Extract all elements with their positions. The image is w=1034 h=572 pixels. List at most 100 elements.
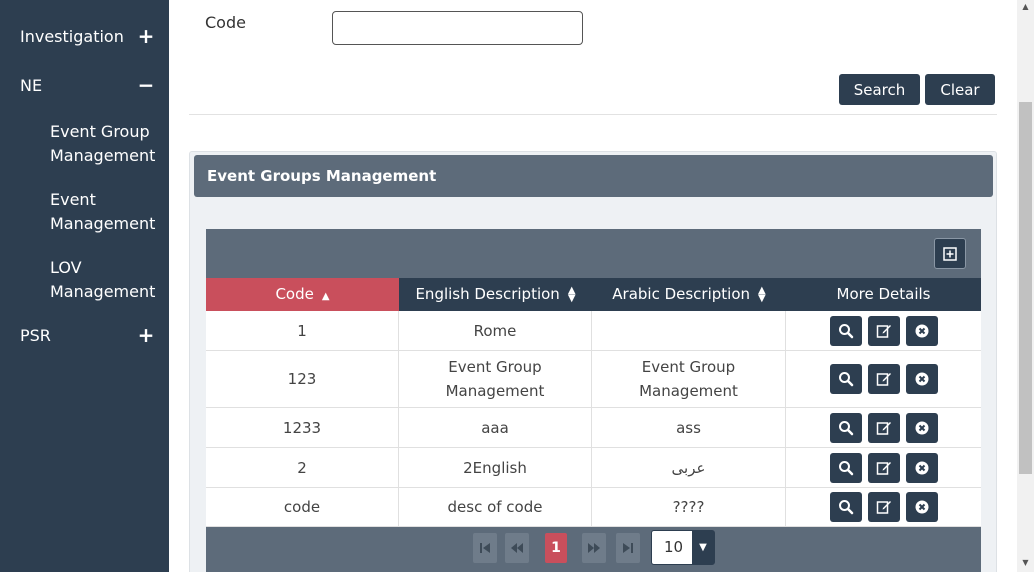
delete-button[interactable] — [905, 452, 938, 483]
column-header-arabic-description[interactable]: Arabic Description ▲ ▼ — [592, 278, 786, 311]
sort-asc-icon: ▲ — [321, 291, 330, 302]
cell-arabic-description — [592, 311, 786, 350]
cell-arabic-description: ???? — [592, 488, 786, 526]
search-icon — [838, 460, 853, 475]
grid-toolbar — [206, 229, 981, 278]
next-page-button[interactable] — [582, 533, 606, 563]
edit-button[interactable] — [867, 412, 900, 443]
plus-icon[interactable]: + — [137, 26, 155, 46]
code-label: Code — [205, 13, 246, 32]
clear-button[interactable]: Clear — [925, 74, 995, 105]
delete-button[interactable] — [905, 364, 938, 394]
view-button[interactable] — [829, 492, 862, 522]
row-actions — [786, 408, 981, 447]
row-actions — [786, 488, 981, 526]
divider — [189, 114, 997, 115]
sidebar: Investigation + NE − Event Group Managem… — [0, 0, 169, 572]
sidebar-item-investigation[interactable]: Investigation + — [20, 26, 155, 46]
caret-down-icon: ▼ — [692, 531, 714, 564]
sort-icon: ▲ ▼ — [758, 284, 766, 304]
scroll-up-icon[interactable]: ▲ — [1017, 0, 1034, 14]
edit-button[interactable] — [867, 364, 900, 394]
skip-last-icon — [623, 543, 633, 553]
search-icon — [838, 500, 853, 515]
cell-arabic-description: عربى — [592, 448, 786, 487]
column-label: Arabic Description — [612, 285, 751, 303]
sidebar-subitem-lov-management[interactable]: LOV Management — [50, 256, 165, 304]
view-button[interactable] — [829, 452, 862, 483]
column-header-english-description[interactable]: English Description ▲ ▼ — [399, 278, 592, 311]
scroll-down-icon[interactable]: ▼ — [1017, 556, 1034, 570]
first-page-button[interactable] — [473, 533, 497, 563]
plus-icon[interactable]: + — [137, 325, 155, 345]
panel-title: Event Groups Management — [194, 155, 993, 197]
minus-icon[interactable]: − — [137, 75, 155, 95]
table-row: code desc of code ???? — [206, 488, 981, 527]
delete-button[interactable] — [905, 492, 938, 522]
row-actions — [786, 311, 981, 350]
cell-code: 1 — [206, 311, 399, 350]
previous-page-button[interactable] — [505, 533, 529, 563]
code-input[interactable] — [332, 11, 583, 45]
cell-arabic-description: ass — [592, 408, 786, 447]
edit-icon — [876, 373, 891, 386]
plus-square-icon — [943, 246, 957, 261]
vertical-scrollbar[interactable]: ▲ ▼ — [1017, 0, 1034, 572]
fast-forward-icon — [588, 543, 600, 553]
delete-button[interactable] — [905, 412, 938, 443]
add-row-button[interactable] — [934, 238, 966, 269]
close-circle-icon — [915, 500, 928, 514]
sidebar-item-psr[interactable]: PSR + — [20, 325, 155, 345]
column-label: More Details — [836, 285, 931, 303]
row-actions — [786, 351, 981, 407]
edit-icon — [876, 501, 891, 514]
column-label: Code — [275, 285, 314, 303]
sidebar-item-label: Investigation — [20, 26, 124, 46]
search-icon — [838, 420, 853, 435]
cell-code: 123 — [206, 351, 399, 407]
close-circle-icon — [915, 421, 928, 434]
cell-english-description: aaa — [399, 408, 592, 447]
cell-arabic-description: Event Group Management — [592, 351, 786, 407]
current-page[interactable]: 1 — [545, 533, 567, 563]
edit-button[interactable] — [867, 452, 900, 483]
edit-button[interactable] — [867, 492, 900, 522]
table-row: 123 Event Group Management Event Group M… — [206, 351, 981, 408]
close-circle-icon — [915, 461, 928, 474]
sidebar-item-label: PSR — [20, 325, 51, 345]
close-circle-icon — [915, 324, 928, 337]
cell-english-description: Rome — [399, 311, 592, 350]
sidebar-subitem-event-management[interactable]: Event Management — [50, 188, 165, 236]
edit-button[interactable] — [867, 315, 900, 346]
cell-code: 2 — [206, 448, 399, 487]
view-button[interactable] — [829, 315, 862, 346]
scrollbar-thumb[interactable] — [1019, 102, 1032, 474]
last-page-button[interactable] — [616, 533, 640, 563]
cell-code: code — [206, 488, 399, 526]
edit-icon — [876, 421, 891, 435]
table-row: 2 2English عربى — [206, 448, 981, 488]
view-button[interactable] — [829, 412, 862, 443]
edit-icon — [876, 324, 891, 338]
page-size-value: 10 — [664, 538, 684, 556]
page-size-select[interactable]: 10 ▼ — [651, 530, 715, 565]
row-actions — [786, 448, 981, 487]
column-label: English Description — [415, 285, 560, 303]
cell-english-description: Event Group Management — [399, 351, 592, 407]
column-header-code[interactable]: Code ▲ — [206, 278, 399, 311]
sidebar-subitem-event-group-management[interactable]: Event Group Management — [50, 120, 165, 168]
skip-first-icon — [480, 543, 490, 553]
table-row: 1233 aaa ass — [206, 408, 981, 448]
search-icon — [838, 323, 853, 338]
column-header-more-details: More Details — [786, 278, 981, 311]
cell-english-description: 2English — [399, 448, 592, 487]
sidebar-item-label: NE — [20, 75, 43, 95]
table-row: 1 Rome — [206, 311, 981, 351]
sidebar-item-ne[interactable]: NE − — [20, 75, 155, 95]
rewind-icon — [511, 543, 523, 553]
delete-button[interactable] — [905, 315, 938, 346]
search-icon — [838, 372, 853, 387]
view-button[interactable] — [829, 364, 862, 394]
search-button[interactable]: Search — [839, 74, 920, 105]
sort-icon: ▲ ▼ — [567, 284, 576, 304]
